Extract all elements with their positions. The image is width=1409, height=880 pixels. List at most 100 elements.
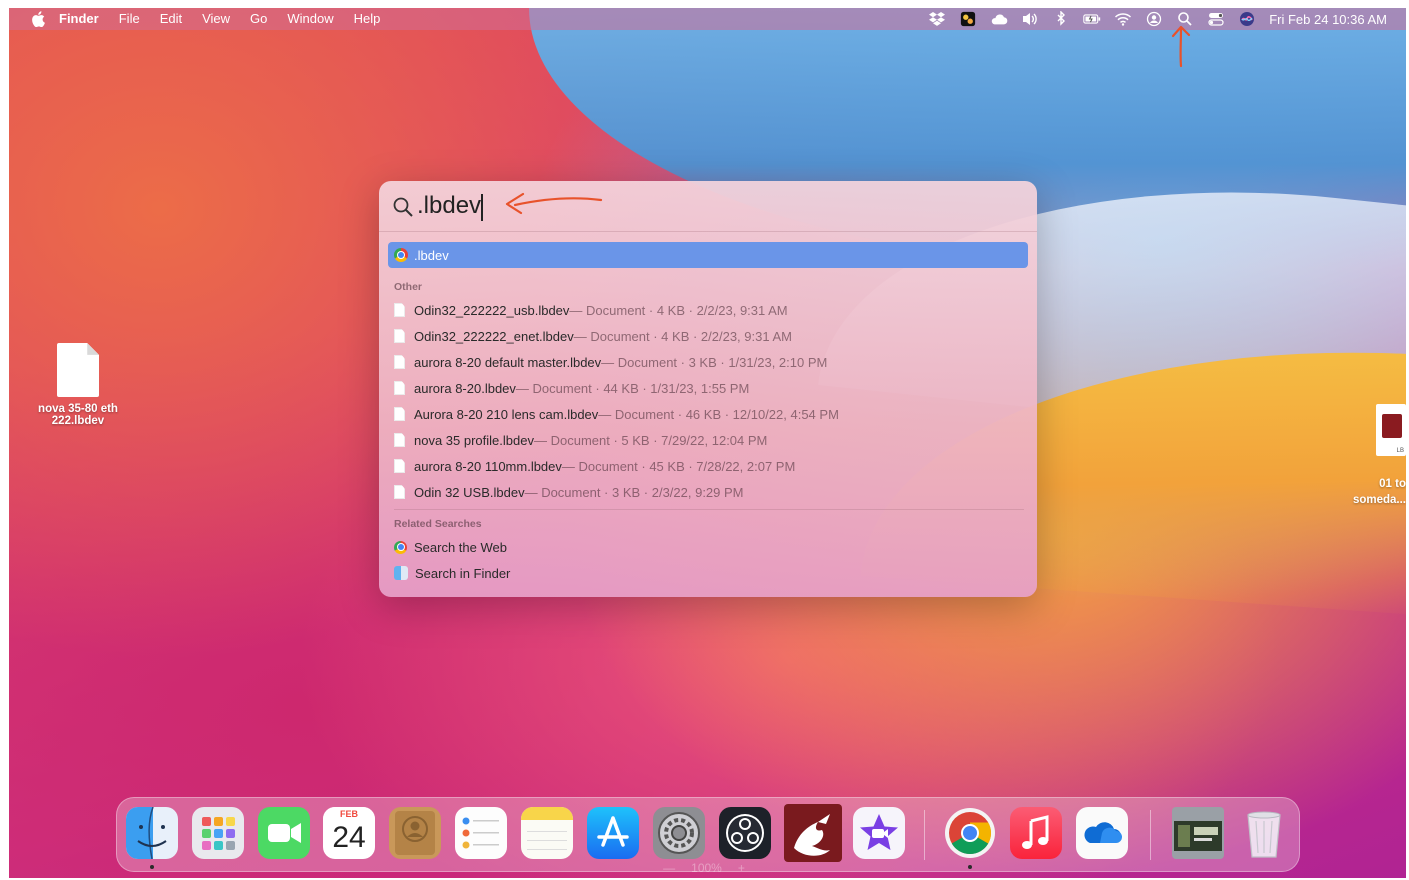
result-meta: — Document · 44 KB · 1/31/23, 1:55 PM: [515, 380, 750, 396]
result-row[interactable]: Odin32_222222_enet.lbdev — Document · 4 …: [394, 323, 792, 349]
document-icon: [394, 329, 405, 343]
apple-logo-icon[interactable]: [31, 11, 45, 27]
result-row[interactable]: Aurora 8-20 210 lens cam.lbdev — Documen…: [394, 401, 839, 427]
facetime-icon: [258, 807, 310, 859]
icloud-icon[interactable]: [989, 11, 1009, 27]
desktop-file[interactable]: nova 35-80 eth 222.lbdev: [23, 343, 133, 427]
result-name: Aurora 8-20 210 lens cam.lbdev: [414, 406, 599, 422]
spotlight-search-row: [379, 181, 1037, 232]
dock-onedrive[interactable]: [1076, 807, 1128, 859]
dock-trash[interactable]: [1238, 807, 1290, 859]
partial-label-line2: someda...: [1352, 494, 1406, 506]
user-account-icon[interactable]: [1144, 11, 1164, 27]
reminders-icon: [455, 807, 507, 859]
result-row[interactable]: nova 35 profile.lbdev — Document · 5 KB …: [394, 427, 767, 453]
menu-view[interactable]: View: [202, 8, 230, 30]
dock-google-chrome[interactable]: [944, 807, 996, 859]
dock-calendar[interactable]: FEB 24: [323, 807, 375, 859]
result-name: Odin32_222222_usb.lbdev: [414, 302, 570, 318]
game-icon: [1172, 807, 1224, 859]
menu-finder[interactable]: Finder: [59, 8, 99, 30]
file-badge: LB: [1396, 448, 1404, 454]
desktop-file-label-line1: nova 35-80 eth: [38, 403, 118, 415]
result-name: nova 35 profile.lbdev: [414, 432, 534, 448]
result-name: Odin32_222222_enet.lbdev: [414, 328, 574, 344]
menu-go[interactable]: Go: [250, 8, 267, 30]
related-search-web[interactable]: Search the Web: [394, 534, 507, 560]
top-hit-result[interactable]: .lbdev: [388, 242, 1028, 268]
menu-clock[interactable]: Fri Feb 24 10:36 AM: [1269, 12, 1387, 27]
battery-icon[interactable]: [1082, 11, 1102, 27]
result-meta: — Document · 5 KB · 7/29/22, 12:04 PM: [533, 432, 768, 448]
dock-imovie[interactable]: [853, 807, 905, 859]
result-row[interactable]: aurora 8-20.lbdev — Document · 44 KB · 1…: [394, 375, 749, 401]
dock-reminders[interactable]: [455, 807, 507, 859]
desktop-file-partial[interactable]: LB: [1376, 404, 1406, 456]
dock-music[interactable]: [1010, 807, 1062, 859]
section-divider: [394, 509, 1024, 510]
siri-icon[interactable]: [1237, 11, 1257, 27]
related-search-finder[interactable]: Search in Finder: [394, 560, 510, 586]
section-header-related: Related Searches: [394, 518, 482, 530]
top-hit-label: .lbdev: [414, 247, 449, 263]
document-icon: [394, 433, 405, 447]
bluetooth-icon[interactable]: [1051, 11, 1071, 27]
result-name: Odin 32 USB.lbdev: [414, 484, 525, 500]
dock-separator: [924, 810, 925, 860]
menu-file[interactable]: File: [119, 8, 140, 30]
obs-icon: [719, 807, 771, 859]
dock-call-of-duty[interactable]: [1172, 807, 1224, 859]
dock-lightburn[interactable]: [784, 804, 842, 862]
contacts-icon: [389, 807, 441, 859]
dropbox-icon[interactable]: [927, 11, 947, 27]
menu-help[interactable]: Help: [354, 8, 381, 30]
control-center-icon[interactable]: [1206, 11, 1226, 27]
dock-separator: [1150, 810, 1151, 860]
zoom-level: 100%: [691, 861, 722, 875]
related-label: Search in Finder: [415, 565, 511, 581]
dock-obs[interactable]: [719, 807, 771, 859]
result-name: aurora 8-20.lbdev: [414, 380, 516, 396]
volume-icon[interactable]: [1020, 11, 1040, 27]
result-row[interactable]: aurora 8-20 default master.lbdev — Docum…: [394, 349, 827, 375]
zoom-control-overlay: — 100% +: [629, 858, 779, 878]
dock-app-store[interactable]: [587, 807, 639, 859]
desktop[interactable]: Finder File Edit View Go Window Help Fri…: [9, 8, 1406, 878]
result-name: aurora 8-20 110mm.lbdev: [414, 458, 562, 474]
app-status-icon[interactable]: [958, 11, 978, 27]
dock-facetime[interactable]: [258, 807, 310, 859]
lightburn-document-icon: [1382, 414, 1402, 438]
dragon-icon: [784, 804, 842, 862]
dock-notes[interactable]: [521, 807, 573, 859]
wifi-icon[interactable]: [1113, 11, 1133, 27]
document-icon: [394, 485, 405, 499]
document-icon: [394, 303, 405, 317]
result-row[interactable]: Odin32_222222_usb.lbdev — Document · 4 K…: [394, 297, 788, 323]
section-header-other: Other: [394, 281, 423, 293]
dock-launchpad[interactable]: [192, 807, 244, 859]
result-meta: — Document · 3 KB · 1/31/23, 2:10 PM: [601, 354, 828, 370]
calendar-day: 24: [332, 821, 366, 854]
star-icon: [853, 807, 905, 859]
dock-finder[interactable]: [126, 807, 178, 859]
result-meta: — Document · 3 KB · 2/3/22, 9:29 PM: [524, 484, 744, 500]
document-icon: [394, 407, 405, 421]
chrome-icon: [945, 808, 995, 858]
document-icon: [57, 343, 99, 397]
partial-label-line1: 01 to: [1379, 478, 1406, 490]
menu-edit[interactable]: Edit: [160, 8, 182, 30]
chrome-icon: [394, 248, 408, 262]
result-row[interactable]: aurora 8-20 110mm.lbdev — Document · 45 …: [394, 453, 795, 479]
text-caret: [481, 194, 483, 221]
document-icon: [394, 381, 405, 395]
desktop-file-partial-label[interactable]: 01 to someda...: [1336, 476, 1406, 508]
menu-bar: Finder File Edit View Go Window Help Fri…: [9, 8, 1406, 30]
dock-contacts[interactable]: [389, 807, 441, 859]
chrome-icon: [394, 540, 407, 554]
annotation-arrow-up-icon: [1171, 25, 1191, 68]
result-row[interactable]: Odin 32 USB.lbdev — Document · 3 KB · 2/…: [394, 479, 744, 505]
document-icon: [394, 459, 405, 473]
dock-system-preferences[interactable]: [653, 807, 705, 859]
menu-window[interactable]: Window: [287, 8, 333, 30]
search-icon: [393, 197, 413, 217]
